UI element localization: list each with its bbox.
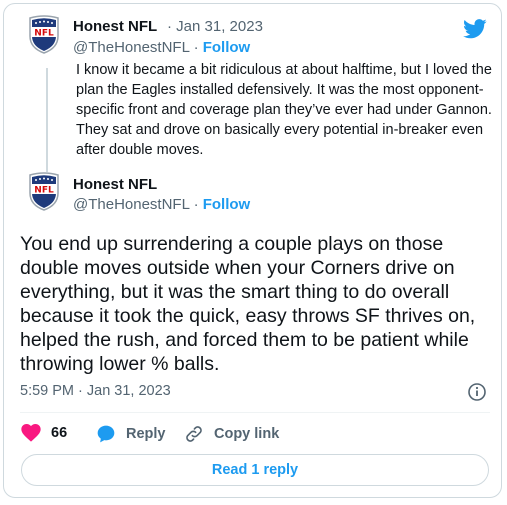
twitter-bird-icon[interactable] bbox=[463, 18, 487, 40]
handle[interactable]: @TheHonestNFL bbox=[73, 196, 189, 213]
speech-bubble-icon bbox=[97, 425, 115, 443]
separator: · bbox=[193, 196, 203, 213]
reply-button[interactable]: Reply bbox=[96, 424, 166, 444]
avatar[interactable]: NFL bbox=[24, 171, 64, 211]
tweet-timestamp[interactable]: 5:59 PM · Jan 31, 2023 bbox=[20, 383, 171, 399]
like-button[interactable]: 66 bbox=[21, 424, 67, 442]
tweet-date[interactable]: · Jan 31, 2023 bbox=[167, 18, 263, 35]
separator: · bbox=[167, 18, 177, 35]
divider bbox=[20, 412, 490, 413]
separator: · bbox=[193, 39, 203, 56]
handle[interactable]: @TheHonestNFL bbox=[73, 39, 189, 56]
handle-row: @TheHonestNFL · Follow bbox=[73, 196, 250, 213]
date: Jan 31, 2023 bbox=[176, 18, 263, 35]
reply-label: Reply bbox=[126, 426, 166, 442]
display-name[interactable]: Honest NFL bbox=[73, 18, 157, 35]
copy-link-label: Copy link bbox=[214, 426, 280, 442]
svg-text:NFL: NFL bbox=[34, 29, 54, 39]
avatar[interactable]: NFL bbox=[24, 14, 64, 54]
thread-line bbox=[46, 68, 48, 172]
copy-link-button[interactable]: Copy link bbox=[184, 424, 279, 444]
read-replies-button[interactable]: Read 1 reply bbox=[21, 454, 489, 486]
display-name[interactable]: Honest NFL bbox=[73, 176, 157, 193]
nfl-shield-icon: NFL bbox=[29, 172, 59, 211]
nfl-shield-icon: NFL bbox=[29, 15, 59, 54]
handle-row: @TheHonestNFL · Follow bbox=[73, 39, 250, 56]
heart-icon bbox=[21, 424, 41, 442]
tweet-text: You end up surrendering a couple plays o… bbox=[20, 233, 476, 375]
link-icon bbox=[186, 426, 202, 442]
follow-button[interactable]: Follow bbox=[203, 39, 251, 56]
follow-button[interactable]: Follow bbox=[203, 196, 251, 213]
info-icon[interactable] bbox=[467, 382, 487, 402]
like-count: 66 bbox=[51, 425, 68, 441]
svg-text:NFL: NFL bbox=[34, 186, 54, 196]
tweet-card: NFL Honest NFL · Jan 31, 2023 @TheHonest… bbox=[3, 3, 502, 498]
tweet-text: I know it became a bit ridiculous at abo… bbox=[76, 62, 492, 158]
